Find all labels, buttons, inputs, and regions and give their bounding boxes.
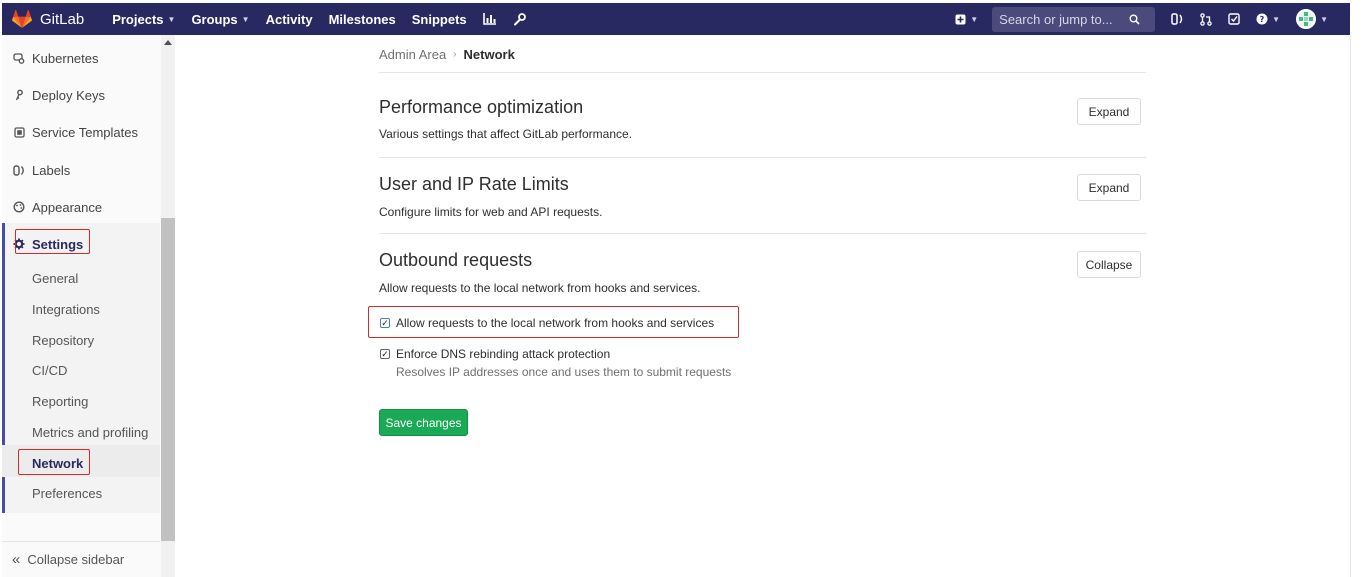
sidebar-item-labels[interactable]: Labels [2, 155, 160, 185]
brand-name: GitLab [40, 10, 85, 28]
nav-milestones[interactable]: Milestones [321, 3, 404, 35]
divider [379, 72, 1146, 73]
breadcrumb-current[interactable]: Network [464, 47, 515, 62]
new-item-plus-icon[interactable]: ▼ [947, 3, 986, 35]
search-input[interactable] [999, 11, 1130, 27]
chart-icon[interactable] [475, 3, 505, 35]
nav-projects-label: Projects [112, 11, 164, 27]
search-icon [1129, 14, 1140, 25]
highlight-box-allow-local [368, 306, 739, 338]
kubernetes-icon [12, 52, 26, 64]
highlight-box-settings [15, 229, 90, 254]
sidebar-item-label: Labels [32, 162, 71, 178]
nav-snippets[interactable]: Snippets [404, 3, 475, 35]
nav-milestones-label: Milestones [328, 11, 396, 27]
divider [379, 233, 1146, 234]
dns-rebinding-row[interactable]: ✓ Enforce DNS rebinding attack protectio… [380, 347, 610, 361]
dns-rebinding-help: Resolves IP addresses once and uses them… [396, 365, 732, 379]
sidebar-sub-integrations[interactable]: Integrations [32, 302, 100, 317]
nav-groups[interactable]: Groups ▼ [183, 3, 257, 35]
section-title-rate-limits: User and IP Rate Limits [379, 174, 569, 194]
chevron-down-icon: ▼ [970, 14, 979, 24]
avatar [1296, 9, 1317, 29]
expand-performance-button[interactable]: Expand [1077, 98, 1141, 125]
section-desc-outbound: Allow requests to the local network from… [379, 281, 701, 295]
section-title-performance: Performance optimization [379, 97, 584, 117]
nav-snippets-label: Snippets [411, 11, 467, 27]
sidebar-sub-general[interactable]: General [32, 271, 78, 286]
sidebar-item-service-templates[interactable]: Service Templates [2, 117, 160, 147]
sidebar-sub-repository[interactable]: Repository [32, 333, 94, 348]
chevron-right-icon: › [453, 49, 457, 60]
nav-activity-label: Activity [265, 11, 313, 27]
dns-rebinding-checkbox[interactable]: ✓ [380, 349, 390, 359]
sidebar-item-deploy-keys[interactable]: Deploy Keys [2, 80, 160, 110]
top-navbar: GitLab Projects ▼ Groups ▼ Activity Milest… [2, 3, 1350, 35]
breadcrumb-admin-area[interactable]: Admin Area [379, 47, 446, 62]
gitlab-logo-icon [12, 10, 32, 28]
nav-links: Projects ▼ Groups ▼ Activity Milestones Sn… [104, 3, 533, 35]
chevron-down-icon: ▼ [241, 14, 250, 24]
help-icon[interactable]: ? ▼ [1248, 3, 1288, 35]
nav-projects[interactable]: Projects ▼ [104, 3, 183, 35]
nav-activity[interactable]: Activity [258, 3, 321, 35]
divider [379, 157, 1146, 158]
expand-rate-limits-button[interactable]: Expand [1077, 174, 1141, 201]
template-icon [12, 126, 26, 138]
highlight-box-network [18, 449, 90, 475]
sidebar-sub-preferences[interactable]: Preferences [32, 486, 102, 501]
brand[interactable]: GitLab [12, 3, 84, 35]
chevron-down-icon: ▼ [1320, 14, 1328, 24]
sidebar-item-label: Service Templates [32, 124, 138, 140]
appearance-icon [12, 201, 26, 213]
search-box[interactable] [992, 6, 1156, 32]
section-desc-performance: Various settings that affect GitLab perf… [379, 127, 633, 141]
nav-right: ▼ ? ▼ ▼ [947, 3, 1350, 35]
section-desc-rate-limits: Configure limits for web and API request… [379, 205, 603, 219]
admin-sidebar: Kubernetes Deploy Keys Service Templates… [2, 35, 175, 577]
double-chevron-left-icon: « [12, 551, 21, 568]
chevron-down-icon: ▼ [167, 14, 176, 24]
labels-icon [12, 164, 26, 176]
issues-icon[interactable] [1163, 3, 1192, 35]
sidebar-item-label: Kubernetes [32, 50, 99, 66]
collapse-sidebar-button[interactable]: « Collapse sidebar [2, 541, 160, 577]
chevron-down-icon: ▼ [1272, 14, 1281, 24]
nav-groups-label: Groups [191, 11, 238, 27]
scroll-up-arrow-icon[interactable] [164, 40, 172, 45]
key-icon [12, 89, 26, 101]
admin-wrench-icon[interactable] [505, 3, 534, 35]
sidebar-scrollbar-thumb[interactable] [161, 218, 175, 541]
dns-rebinding-label: Enforce DNS rebinding attack protection [396, 347, 611, 361]
sidebar-item-kubernetes[interactable]: Kubernetes [2, 43, 160, 73]
section-title-outbound: Outbound requests [379, 250, 533, 270]
sidebar-item-appearance[interactable]: Appearance [2, 192, 160, 222]
collapse-sidebar-label: Collapse sidebar [27, 552, 125, 567]
page-scrollbar[interactable] [1350, 35, 1366, 577]
collapse-outbound-button[interactable]: Collapse [1077, 251, 1141, 278]
merge-request-icon[interactable] [1192, 3, 1220, 35]
save-changes-button[interactable]: Save changes [379, 409, 468, 436]
sidebar-sub-metrics[interactable]: Metrics and profiling [32, 425, 148, 440]
user-menu[interactable]: ▼ [1288, 3, 1336, 35]
svg-text:?: ? [1260, 15, 1265, 24]
sidebar-item-label: Appearance [32, 199, 103, 215]
sidebar-sub-cicd[interactable]: CI/CD [32, 363, 67, 378]
sidebar-sub-reporting[interactable]: Reporting [32, 394, 88, 409]
sidebar-item-label: Deploy Keys [32, 87, 105, 103]
todo-icon[interactable] [1220, 3, 1248, 35]
breadcrumb: Admin Area › Network [379, 47, 515, 62]
